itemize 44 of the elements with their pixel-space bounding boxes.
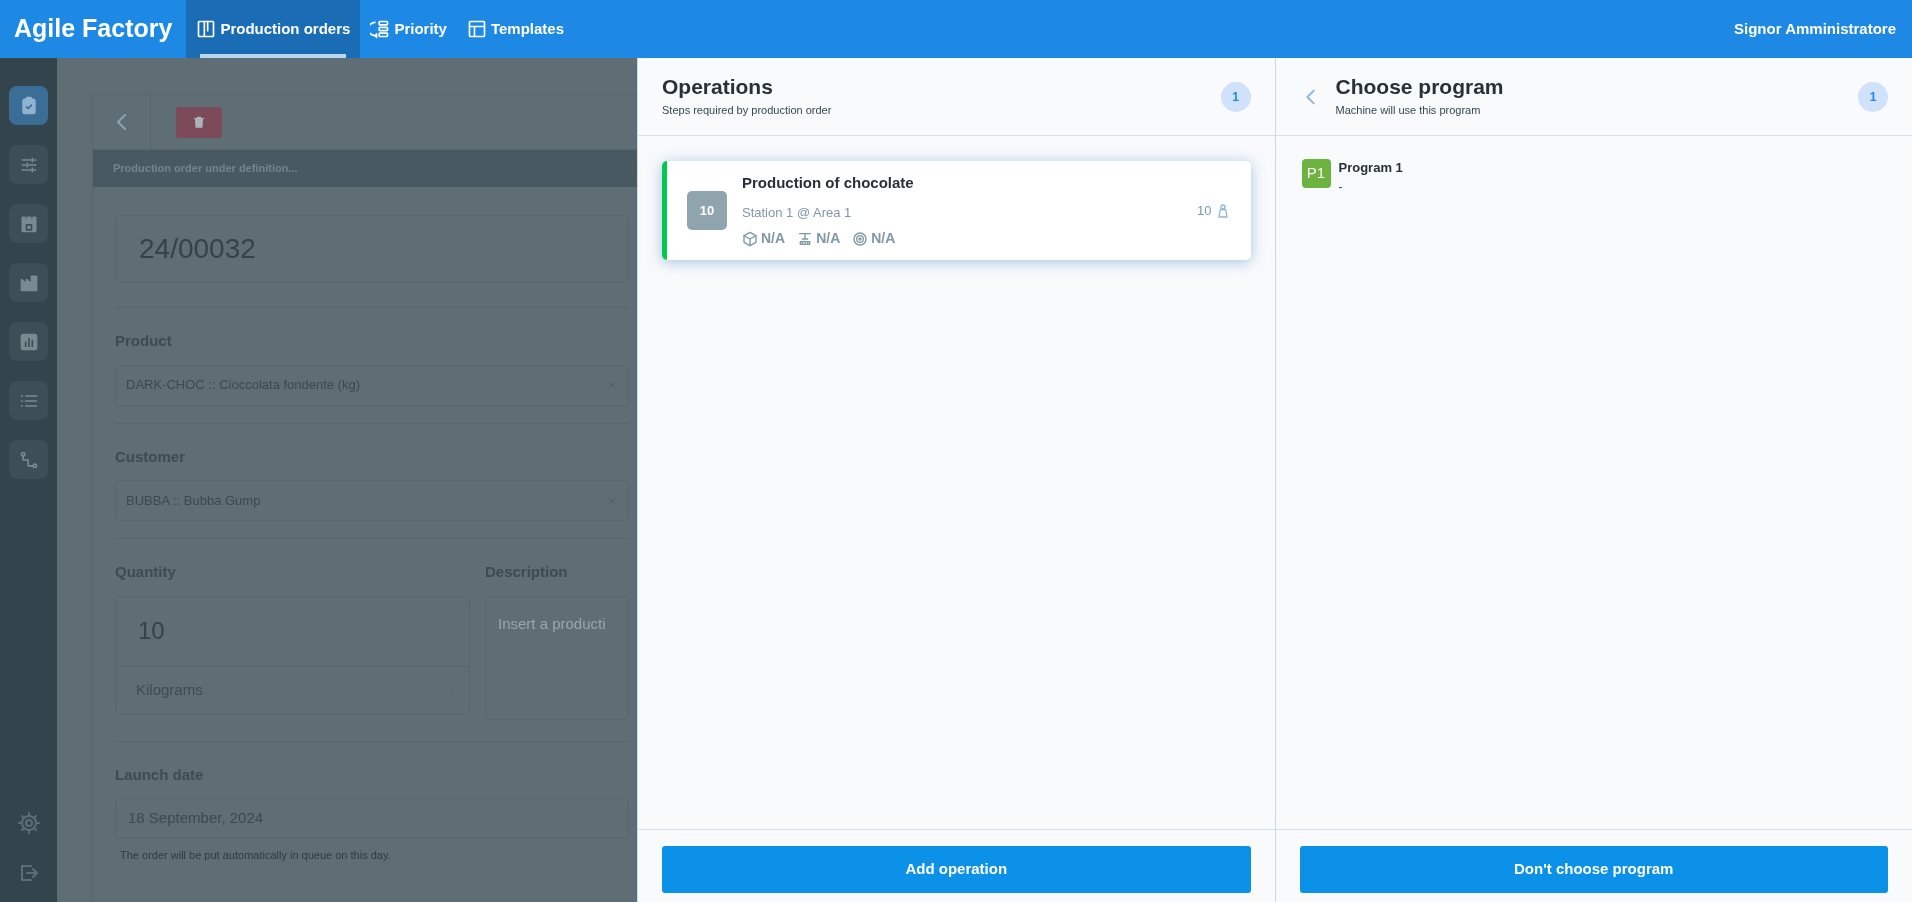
list-arrow-icon (370, 19, 391, 39)
quantity-text: 10 (1197, 201, 1212, 220)
sidebar-item[interactable] (9, 263, 48, 302)
program-name[interactable]: Program 1 (1338, 158, 1403, 178)
machine-icon (797, 230, 814, 247)
panel-title: Operations (662, 74, 774, 101)
app-title: Agile Factory (13, 13, 174, 45)
count-badge: 1 (1858, 81, 1888, 112)
nav-tab[interactable]: Production orders (186, 0, 361, 58)
add-operation-button[interactable]: Add operation (662, 846, 1251, 893)
operation-card[interactable]: 10 Production of chocolate Station 1 @ Area 1 N/A N/A N/A 10 (662, 161, 1251, 260)
sidebar-item[interactable] (9, 86, 48, 125)
bar-chart-icon (18, 331, 39, 352)
stat-value: N/A (871, 229, 896, 248)
count-badge: 1 (1220, 81, 1251, 112)
target-icon (852, 230, 869, 247)
program-badge: P1 (1301, 159, 1331, 188)
panel-subtitle: Steps required by production order (662, 103, 833, 119)
sidebar-item[interactable] (9, 440, 48, 479)
nav-tab[interactable]: Priority (360, 0, 457, 58)
skip-program-button[interactable]: Don't choose program (1299, 846, 1888, 893)
delete-button[interactable] (176, 106, 222, 138)
sidebar-item[interactable] (9, 322, 48, 361)
panel-title: Choose program (1335, 74, 1505, 101)
stat-value: N/A (761, 229, 786, 248)
operation-name: Production of chocolate (742, 173, 915, 193)
trash-icon (192, 115, 206, 129)
flow-icon (18, 449, 39, 470)
layout-icon (466, 19, 487, 39)
program-detail: - (1338, 178, 1344, 196)
station-text: Station 1 @ Area 1 (742, 203, 853, 222)
panel-subtitle: Machine will use this program (1335, 103, 1482, 119)
step-badge: 10 (687, 191, 727, 230)
box-icon (742, 230, 758, 247)
user-name[interactable]: Signor Amministratore (1718, 0, 1912, 58)
nav-tab[interactable]: Templates (456, 0, 574, 58)
board-icon (196, 19, 217, 39)
stat-value: N/A (816, 229, 841, 248)
sidebar-item[interactable] (9, 381, 48, 420)
sidebar-item[interactable] (9, 145, 48, 184)
sidebar-item[interactable] (9, 204, 48, 243)
description-field[interactable]: Insert a producti (485, 595, 629, 720)
chevron-left-icon (117, 114, 126, 130)
settings-icon (16, 811, 41, 835)
